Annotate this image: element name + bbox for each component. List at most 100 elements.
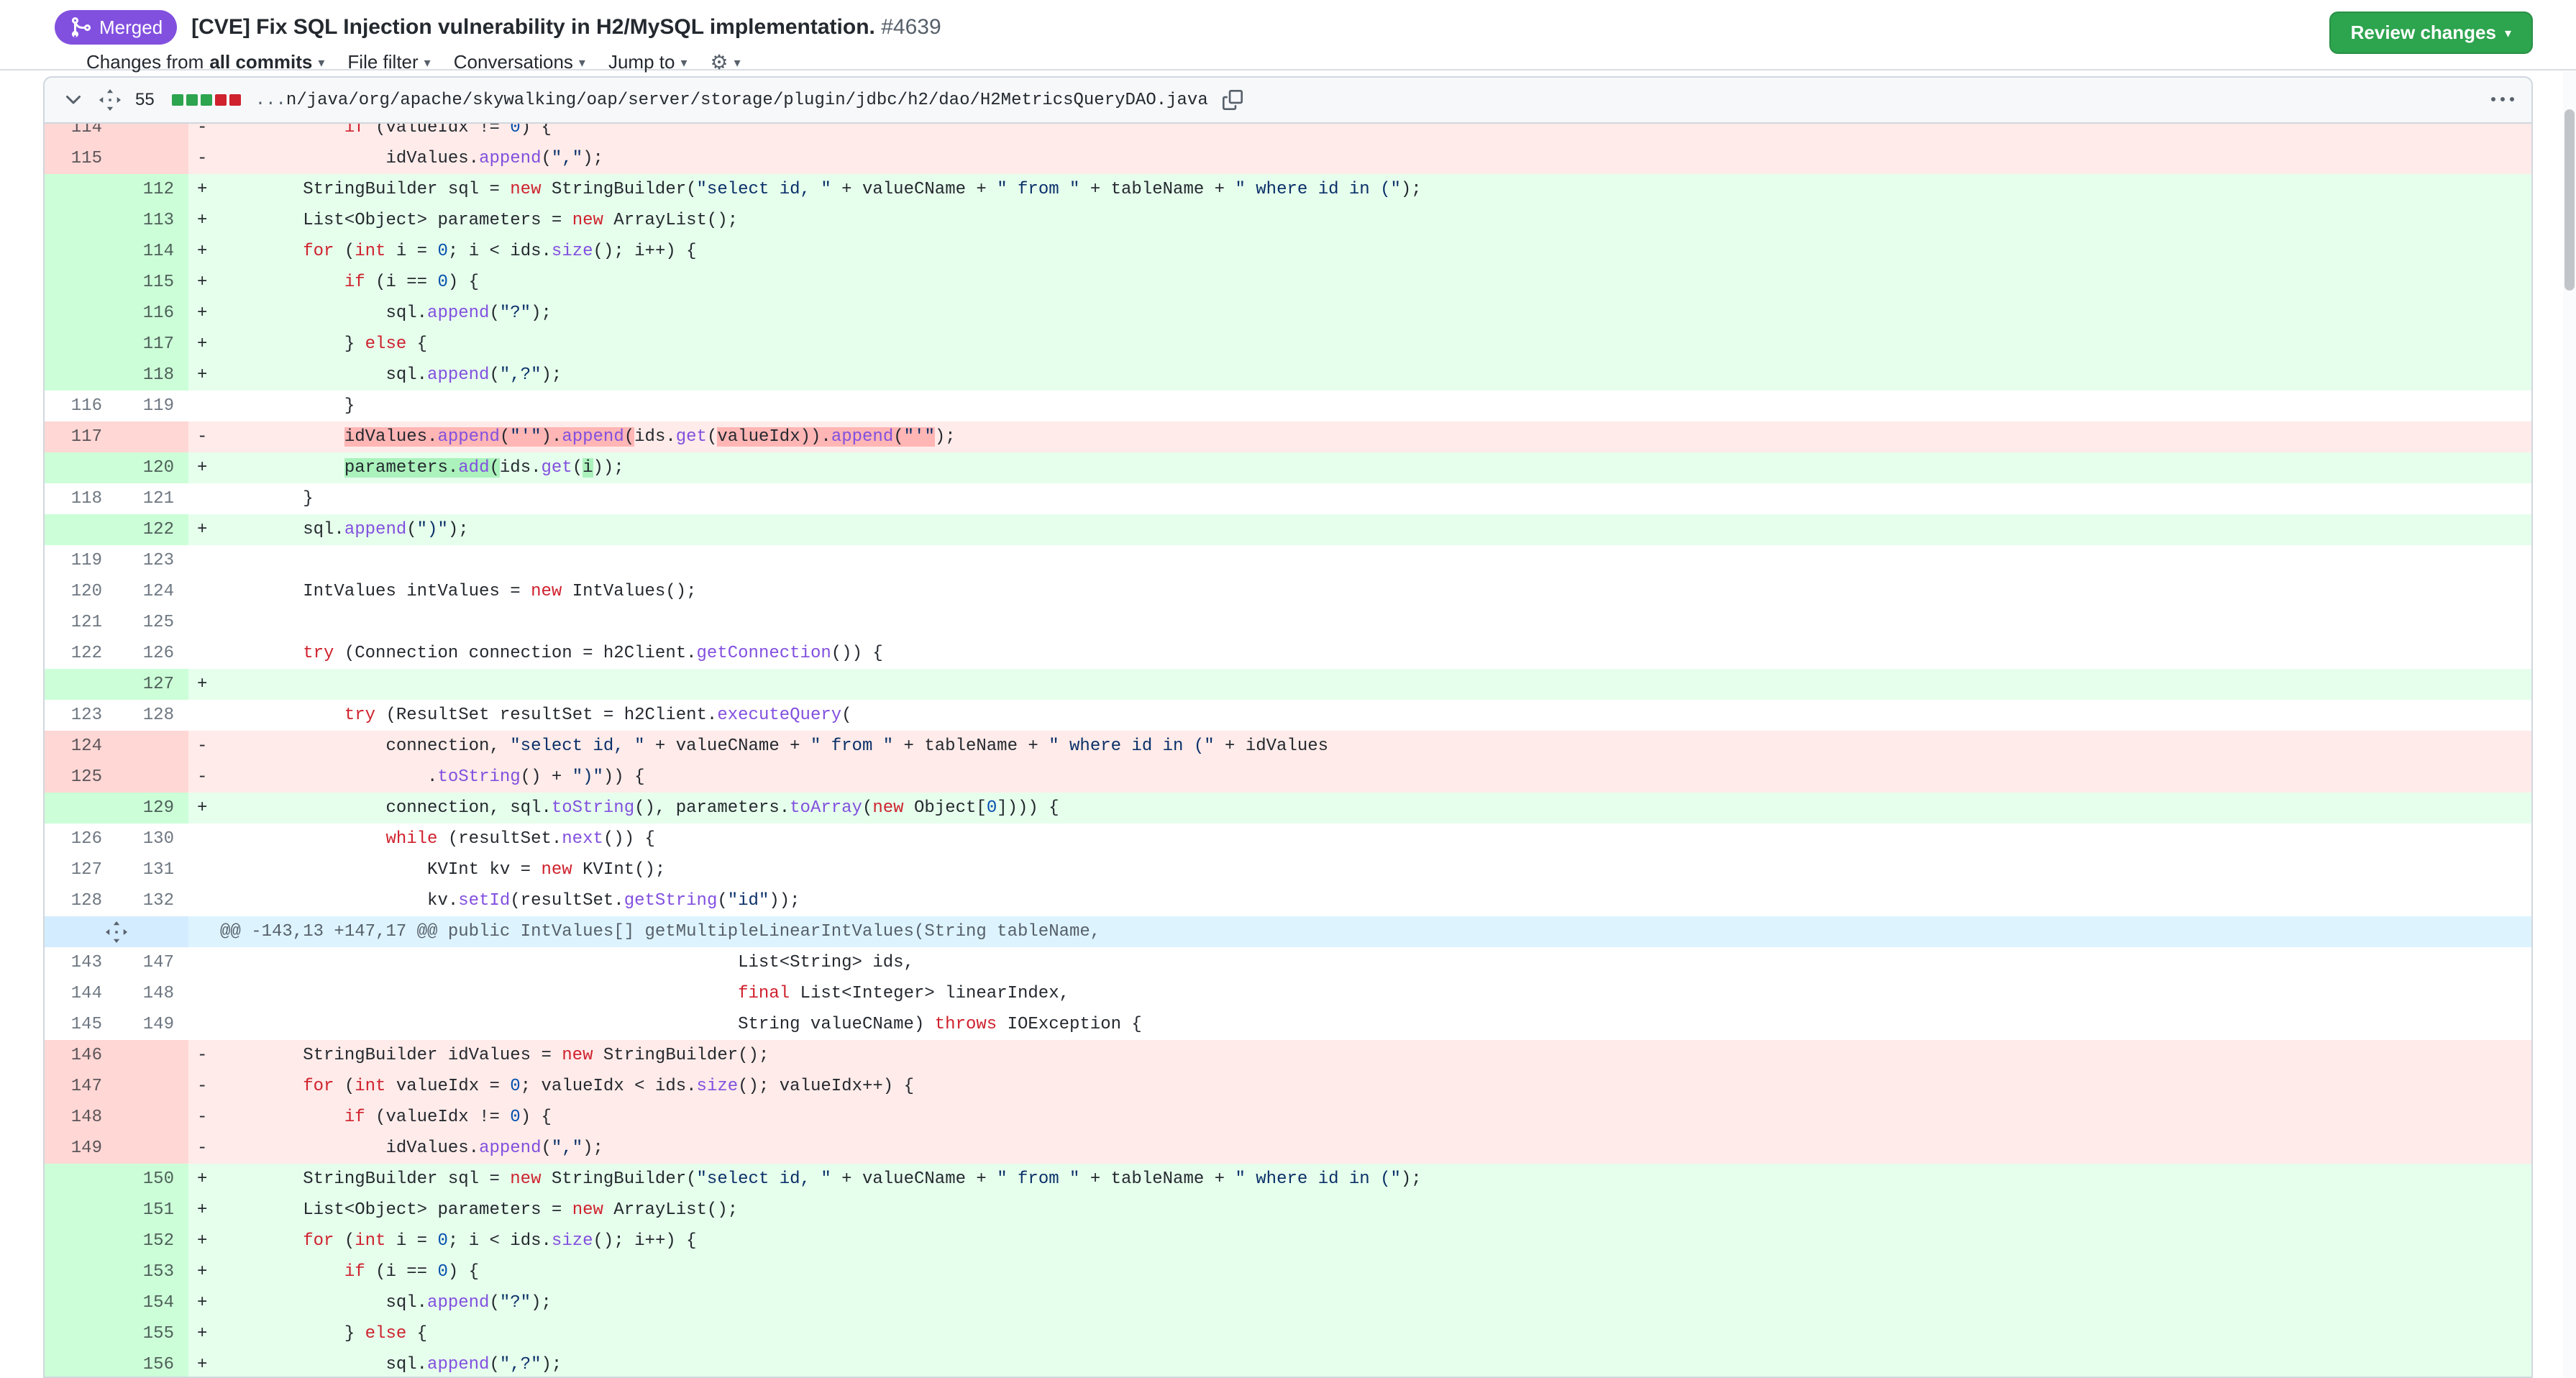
old-line-number[interactable]: 114	[45, 124, 117, 143]
new-line-number[interactable]: 125	[117, 607, 188, 638]
old-line-number[interactable]	[45, 1318, 117, 1349]
old-line-number[interactable]	[45, 793, 117, 823]
new-line-number[interactable]: 114	[117, 236, 188, 267]
new-line-number[interactable]	[117, 731, 188, 762]
new-line-number[interactable]: 151	[117, 1195, 188, 1226]
new-line-number[interactable]	[117, 1133, 188, 1164]
scrollbar[interactable]	[2563, 0, 2576, 1378]
old-line-number[interactable]: 128	[45, 885, 117, 916]
old-line-number[interactable]: 124	[45, 731, 117, 762]
old-line-number[interactable]: 116	[45, 391, 117, 421]
old-line-number[interactable]	[45, 267, 117, 298]
file-filter-dropdown[interactable]: File filter ▾	[347, 51, 430, 73]
new-line-number[interactable]	[117, 1071, 188, 1102]
old-line-number[interactable]	[45, 1195, 117, 1226]
new-line-number[interactable]: 117	[117, 329, 188, 360]
expand-hunk-button[interactable]	[45, 916, 188, 947]
new-line-number[interactable]: 116	[117, 298, 188, 329]
new-line-number[interactable]	[117, 421, 188, 452]
old-line-number[interactable]: 119	[45, 545, 117, 576]
old-line-number[interactable]: 149	[45, 1133, 117, 1164]
file-options-kebab-button[interactable]	[2491, 88, 2514, 111]
new-line-number[interactable]: 119	[117, 391, 188, 421]
old-line-number[interactable]	[45, 298, 117, 329]
new-line-number[interactable]: 153	[117, 1256, 188, 1287]
old-line-number[interactable]	[45, 329, 117, 360]
old-line-number[interactable]	[45, 1226, 117, 1256]
old-line-number[interactable]	[45, 1256, 117, 1287]
diff-marker	[188, 607, 220, 638]
new-line-number[interactable]: 113	[117, 205, 188, 236]
new-line-number[interactable]: 155	[117, 1318, 188, 1349]
new-line-number[interactable]: 123	[117, 545, 188, 576]
code-line: if (i == 0) {	[220, 1256, 2531, 1287]
old-line-number[interactable]	[45, 236, 117, 267]
conversations-dropdown[interactable]: Conversations ▾	[454, 51, 585, 73]
new-line-number[interactable]: 152	[117, 1226, 188, 1256]
new-line-number[interactable]	[117, 1102, 188, 1133]
new-line-number[interactable]: 121	[117, 483, 188, 514]
old-line-number[interactable]: 123	[45, 700, 117, 731]
file-path-link[interactable]: ...n/java/org/apache/skywalking/oap/serv…	[255, 91, 1208, 110]
old-line-number[interactable]	[45, 452, 117, 483]
new-line-number[interactable]: 112	[117, 174, 188, 205]
new-line-number[interactable]: 118	[117, 360, 188, 391]
old-line-number[interactable]: 144	[45, 978, 117, 1009]
new-line-number[interactable]: 130	[117, 823, 188, 854]
new-line-number[interactable]: 150	[117, 1164, 188, 1195]
new-line-number[interactable]	[117, 143, 188, 174]
old-line-number[interactable]	[45, 669, 117, 700]
new-line-number[interactable]: 147	[117, 947, 188, 978]
diff-marker: +	[188, 452, 220, 483]
old-line-number[interactable]: 120	[45, 576, 117, 607]
new-line-number[interactable]: 128	[117, 700, 188, 731]
new-line-number[interactable]	[117, 124, 188, 143]
new-line-number[interactable]: 122	[117, 514, 188, 545]
changed-lines-count[interactable]: 55	[135, 90, 155, 110]
old-line-number[interactable]: 121	[45, 607, 117, 638]
drag-handle-button[interactable]	[99, 89, 121, 111]
old-line-number[interactable]: 148	[45, 1102, 117, 1133]
old-line-number[interactable]	[45, 1164, 117, 1195]
old-line-number[interactable]: 126	[45, 823, 117, 854]
new-line-number[interactable]	[117, 762, 188, 793]
new-line-number[interactable]	[117, 1040, 188, 1071]
scrollbar-thumb[interactable]	[2564, 109, 2575, 291]
old-line-number[interactable]: 146	[45, 1040, 117, 1071]
new-line-number[interactable]: 156	[117, 1349, 188, 1378]
diff-row: 115+ if (i == 0) {	[45, 267, 2531, 298]
changes-from-dropdown[interactable]: Changes from all commits ▾	[86, 51, 324, 73]
old-line-number[interactable]: 122	[45, 638, 117, 669]
new-line-number[interactable]: 126	[117, 638, 188, 669]
old-line-number[interactable]	[45, 1287, 117, 1318]
copy-path-button[interactable]	[1223, 90, 1243, 110]
diff-marker	[188, 854, 220, 885]
old-line-number[interactable]: 118	[45, 483, 117, 514]
old-line-number[interactable]: 143	[45, 947, 117, 978]
new-line-number[interactable]: 115	[117, 267, 188, 298]
new-line-number[interactable]: 129	[117, 793, 188, 823]
old-line-number[interactable]: 125	[45, 762, 117, 793]
new-line-number[interactable]: 124	[117, 576, 188, 607]
collapse-file-button[interactable]	[62, 88, 85, 111]
old-line-number[interactable]	[45, 1349, 117, 1378]
new-line-number[interactable]: 132	[117, 885, 188, 916]
diff-settings-button[interactable]: ⚙ ▾	[711, 50, 741, 74]
old-line-number[interactable]	[45, 205, 117, 236]
old-line-number[interactable]: 145	[45, 1009, 117, 1040]
old-line-number[interactable]: 127	[45, 854, 117, 885]
old-line-number[interactable]	[45, 514, 117, 545]
old-line-number[interactable]	[45, 174, 117, 205]
old-line-number[interactable]: 115	[45, 143, 117, 174]
new-line-number[interactable]: 148	[117, 978, 188, 1009]
new-line-number[interactable]: 154	[117, 1287, 188, 1318]
old-line-number[interactable]	[45, 360, 117, 391]
new-line-number[interactable]: 131	[117, 854, 188, 885]
review-changes-button[interactable]: Review changes ▾	[2329, 12, 2533, 54]
jump-to-dropdown[interactable]: Jump to ▾	[608, 51, 688, 73]
new-line-number[interactable]: 120	[117, 452, 188, 483]
old-line-number[interactable]: 117	[45, 421, 117, 452]
new-line-number[interactable]: 127	[117, 669, 188, 700]
old-line-number[interactable]: 147	[45, 1071, 117, 1102]
new-line-number[interactable]: 149	[117, 1009, 188, 1040]
